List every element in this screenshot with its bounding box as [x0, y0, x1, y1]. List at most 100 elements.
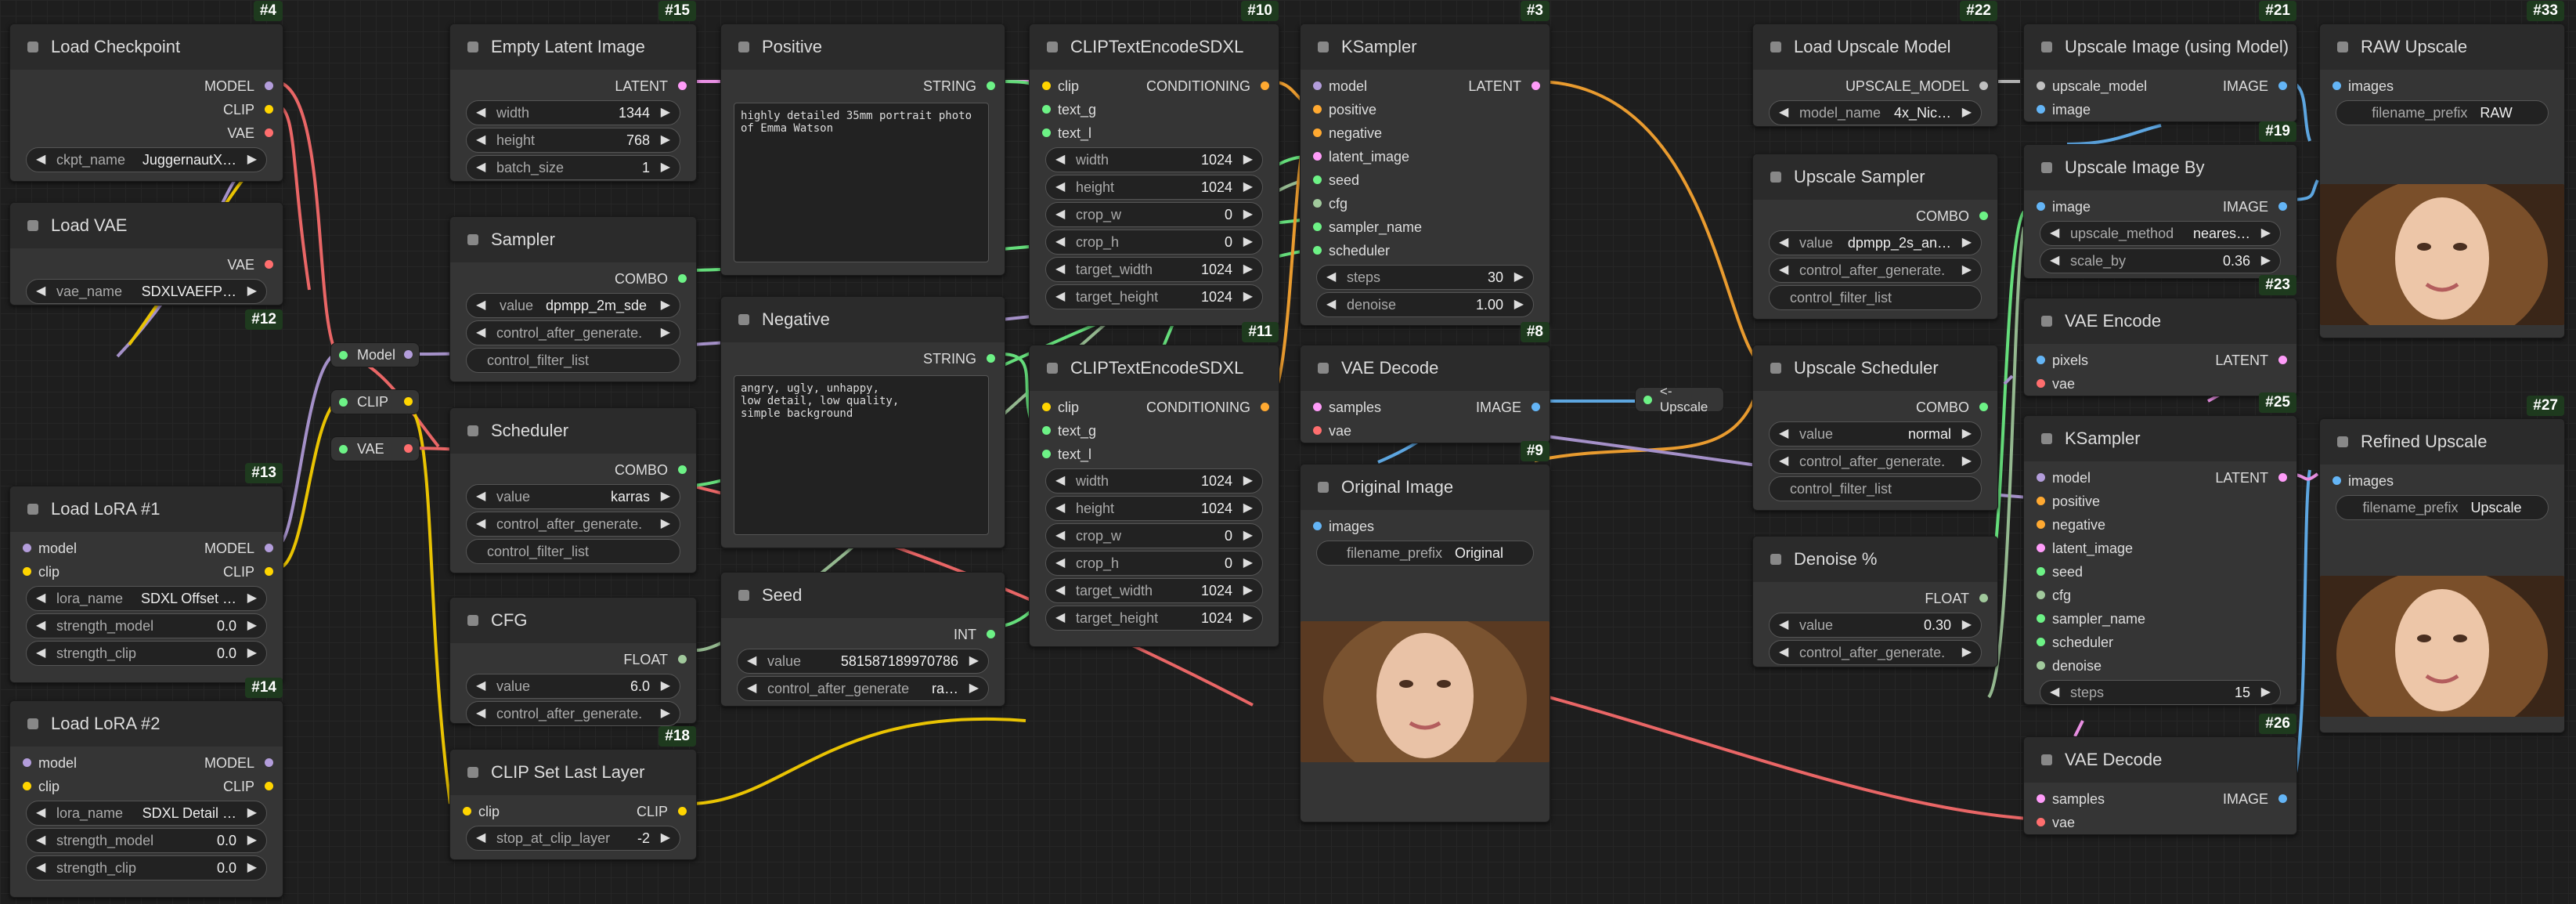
- widget-target-height[interactable]: ◀ target_height 1024 ▶: [1045, 606, 1263, 631]
- output-pin[interactable]: [1261, 81, 1269, 90]
- input-clip[interactable]: clip CLIP: [10, 560, 283, 584]
- node-title[interactable]: Scheduler: [450, 408, 696, 454]
- arrow-left-icon[interactable]: ◀: [1055, 551, 1065, 575]
- input-pin[interactable]: [339, 444, 348, 454]
- arrow-right-icon[interactable]: ▶: [661, 156, 670, 179]
- input-pin[interactable]: [2037, 379, 2045, 388]
- arrow-right-icon[interactable]: ▶: [969, 649, 979, 673]
- node-title[interactable]: Original Image: [1301, 465, 1550, 510]
- arrow-right-icon[interactable]: ▶: [1243, 524, 1253, 548]
- input-seed[interactable]: seed: [2024, 560, 2296, 584]
- input-text-l[interactable]: text_l: [1030, 121, 1279, 145]
- arrow-right-icon[interactable]: ▶: [2261, 222, 2271, 245]
- input-pin[interactable]: [2037, 473, 2045, 482]
- input-sampler-name[interactable]: sampler_name: [2024, 607, 2296, 631]
- node-load-checkpoint[interactable]: #4 Load Checkpoint MODEL CLIP VAE ◀ ckpt_…: [9, 1, 283, 182]
- input-upscale-model[interactable]: upscale_model IMAGE: [2024, 74, 2296, 98]
- collapse-dot[interactable]: [467, 767, 478, 778]
- output-pin[interactable]: [678, 81, 687, 90]
- output-pin[interactable]: [265, 567, 273, 576]
- arrow-left-icon[interactable]: ◀: [476, 485, 485, 508]
- node-seed[interactable]: Seed INT ◀ value 581587189970786 ▶ ◀ control…: [720, 572, 1005, 707]
- input-images[interactable]: images: [2320, 469, 2564, 493]
- input-pin[interactable]: [2037, 520, 2045, 529]
- input-scheduler[interactable]: scheduler: [2024, 631, 2296, 654]
- widget-control-filter-list[interactable]: control_filter_list: [1769, 285, 1982, 310]
- collapse-dot[interactable]: [2041, 754, 2052, 765]
- widget-filename-prefix[interactable]: filename_prefix Upscale: [2336, 495, 2549, 520]
- input-model[interactable]: model MODEL: [10, 537, 283, 560]
- collapse-dot[interactable]: [1318, 363, 1329, 374]
- collapse-dot[interactable]: [1318, 482, 1329, 493]
- arrow-left-icon[interactable]: ◀: [476, 128, 485, 152]
- widget-value[interactable]: ◀ value karras ▶: [466, 484, 680, 509]
- input-pin[interactable]: [2037, 105, 2045, 114]
- reroute-upscale[interactable]: <- Upscale: [1635, 384, 1724, 414]
- node-upscale-scheduler[interactable]: Upscale Scheduler COMBO ◀ value normal ▶ ◀ c…: [1752, 345, 1998, 511]
- node-empty-latent-image[interactable]: #15 Empty Latent Image LATENT ◀ width 1344…: [449, 1, 697, 182]
- input-pin[interactable]: [1313, 175, 1322, 184]
- node-clip-text-encode-sdxl-negative[interactable]: #11 CLIPTextEncodeSDXL clip CONDITIONING …: [1029, 322, 1279, 647]
- widget-vae-name[interactable]: ◀ vae_name SDXLVAEFP… ▶: [26, 279, 267, 304]
- arrow-left-icon[interactable]: ◀: [1326, 293, 1336, 316]
- collapse-dot[interactable]: [1770, 363, 1781, 374]
- input-text-g[interactable]: text_g: [1030, 98, 1279, 121]
- arrow-right-icon[interactable]: ▶: [1243, 148, 1253, 172]
- arrow-left-icon[interactable]: ◀: [2050, 681, 2059, 704]
- arrow-right-icon[interactable]: ▶: [1243, 258, 1253, 281]
- input-text-l[interactable]: text_l: [1030, 443, 1279, 466]
- arrow-right-icon[interactable]: ▶: [2261, 249, 2271, 273]
- output-pin[interactable]: [404, 444, 413, 453]
- input-pin[interactable]: [1313, 403, 1322, 411]
- widget-control-after-generate[interactable]: ◀ control_after_generate. ▶: [466, 320, 680, 345]
- output-pin[interactable]: [404, 350, 413, 359]
- input-pin[interactable]: [2037, 591, 2045, 599]
- node-positive[interactable]: Positive STRING: [720, 24, 1005, 276]
- widget-steps[interactable]: ◀ steps 30 ▶: [1316, 265, 1534, 290]
- output-pin[interactable]: [404, 397, 413, 406]
- widget-filename-prefix[interactable]: filename_prefix RAW: [2336, 100, 2549, 125]
- portrait-image[interactable]: [1301, 621, 1550, 762]
- widget-value[interactable]: ◀ value 0.30 ▶: [1769, 613, 1982, 638]
- widget-value[interactable]: ◀ value 6.0 ▶: [466, 674, 680, 699]
- arrow-right-icon[interactable]: ▶: [1243, 469, 1253, 493]
- input-negative[interactable]: negative: [2024, 513, 2296, 537]
- input-latent-image[interactable]: latent_image: [2024, 537, 2296, 560]
- collapse-dot[interactable]: [1770, 554, 1781, 565]
- arrow-right-icon[interactable]: ▶: [2261, 681, 2271, 704]
- arrow-right-icon[interactable]: ▶: [1962, 101, 1972, 125]
- collapse-dot[interactable]: [2041, 162, 2052, 173]
- input-clip[interactable]: clip CONDITIONING: [1030, 74, 1279, 98]
- input-denoise[interactable]: denoise: [2024, 654, 2296, 678]
- widget-scale-by[interactable]: ◀ scale_by 0.36 ▶: [2040, 248, 2281, 273]
- collapse-dot[interactable]: [27, 718, 38, 729]
- output-string[interactable]: STRING: [721, 74, 1005, 98]
- widget-strength-model[interactable]: ◀ strength_model 0.0 ▶: [26, 613, 267, 638]
- collapse-dot[interactable]: [2041, 42, 2052, 52]
- arrow-left-icon[interactable]: ◀: [1055, 203, 1065, 226]
- collapse-dot[interactable]: [27, 220, 38, 231]
- collapse-dot[interactable]: [2337, 436, 2348, 447]
- input-pin[interactable]: [1042, 403, 1051, 411]
- input-pin[interactable]: [2037, 81, 2045, 90]
- arrow-right-icon[interactable]: ▶: [1514, 266, 1524, 289]
- output-float[interactable]: FLOAT: [450, 648, 696, 671]
- output-pin[interactable]: [265, 782, 273, 790]
- widget-crop-h[interactable]: ◀ crop_h 0 ▶: [1045, 230, 1263, 255]
- output-pin[interactable]: [678, 465, 687, 474]
- arrow-right-icon[interactable]: ▶: [1243, 551, 1253, 575]
- collapse-dot[interactable]: [1047, 42, 1058, 52]
- input-pin[interactable]: [1042, 81, 1051, 90]
- node-title[interactable]: Empty Latent Image: [450, 24, 696, 70]
- widget-ckpt-name[interactable]: ◀ ckpt_name JuggernautX… ▶: [26, 147, 267, 172]
- prompt-textarea[interactable]: [734, 103, 989, 262]
- output-pin[interactable]: [1979, 81, 1988, 90]
- node-title[interactable]: Positive: [721, 24, 1005, 70]
- node-title[interactable]: CLIPTextEncodeSDXL: [1030, 24, 1279, 70]
- output-pin[interactable]: [265, 758, 273, 767]
- input-pin[interactable]: [1643, 395, 1652, 404]
- input-pin[interactable]: [1313, 199, 1322, 208]
- output-combo[interactable]: COMBO: [1753, 204, 1997, 228]
- widget-control-after-generate[interactable]: ◀ control_after_generate ra… ▶: [737, 676, 989, 701]
- collapse-dot[interactable]: [738, 590, 749, 601]
